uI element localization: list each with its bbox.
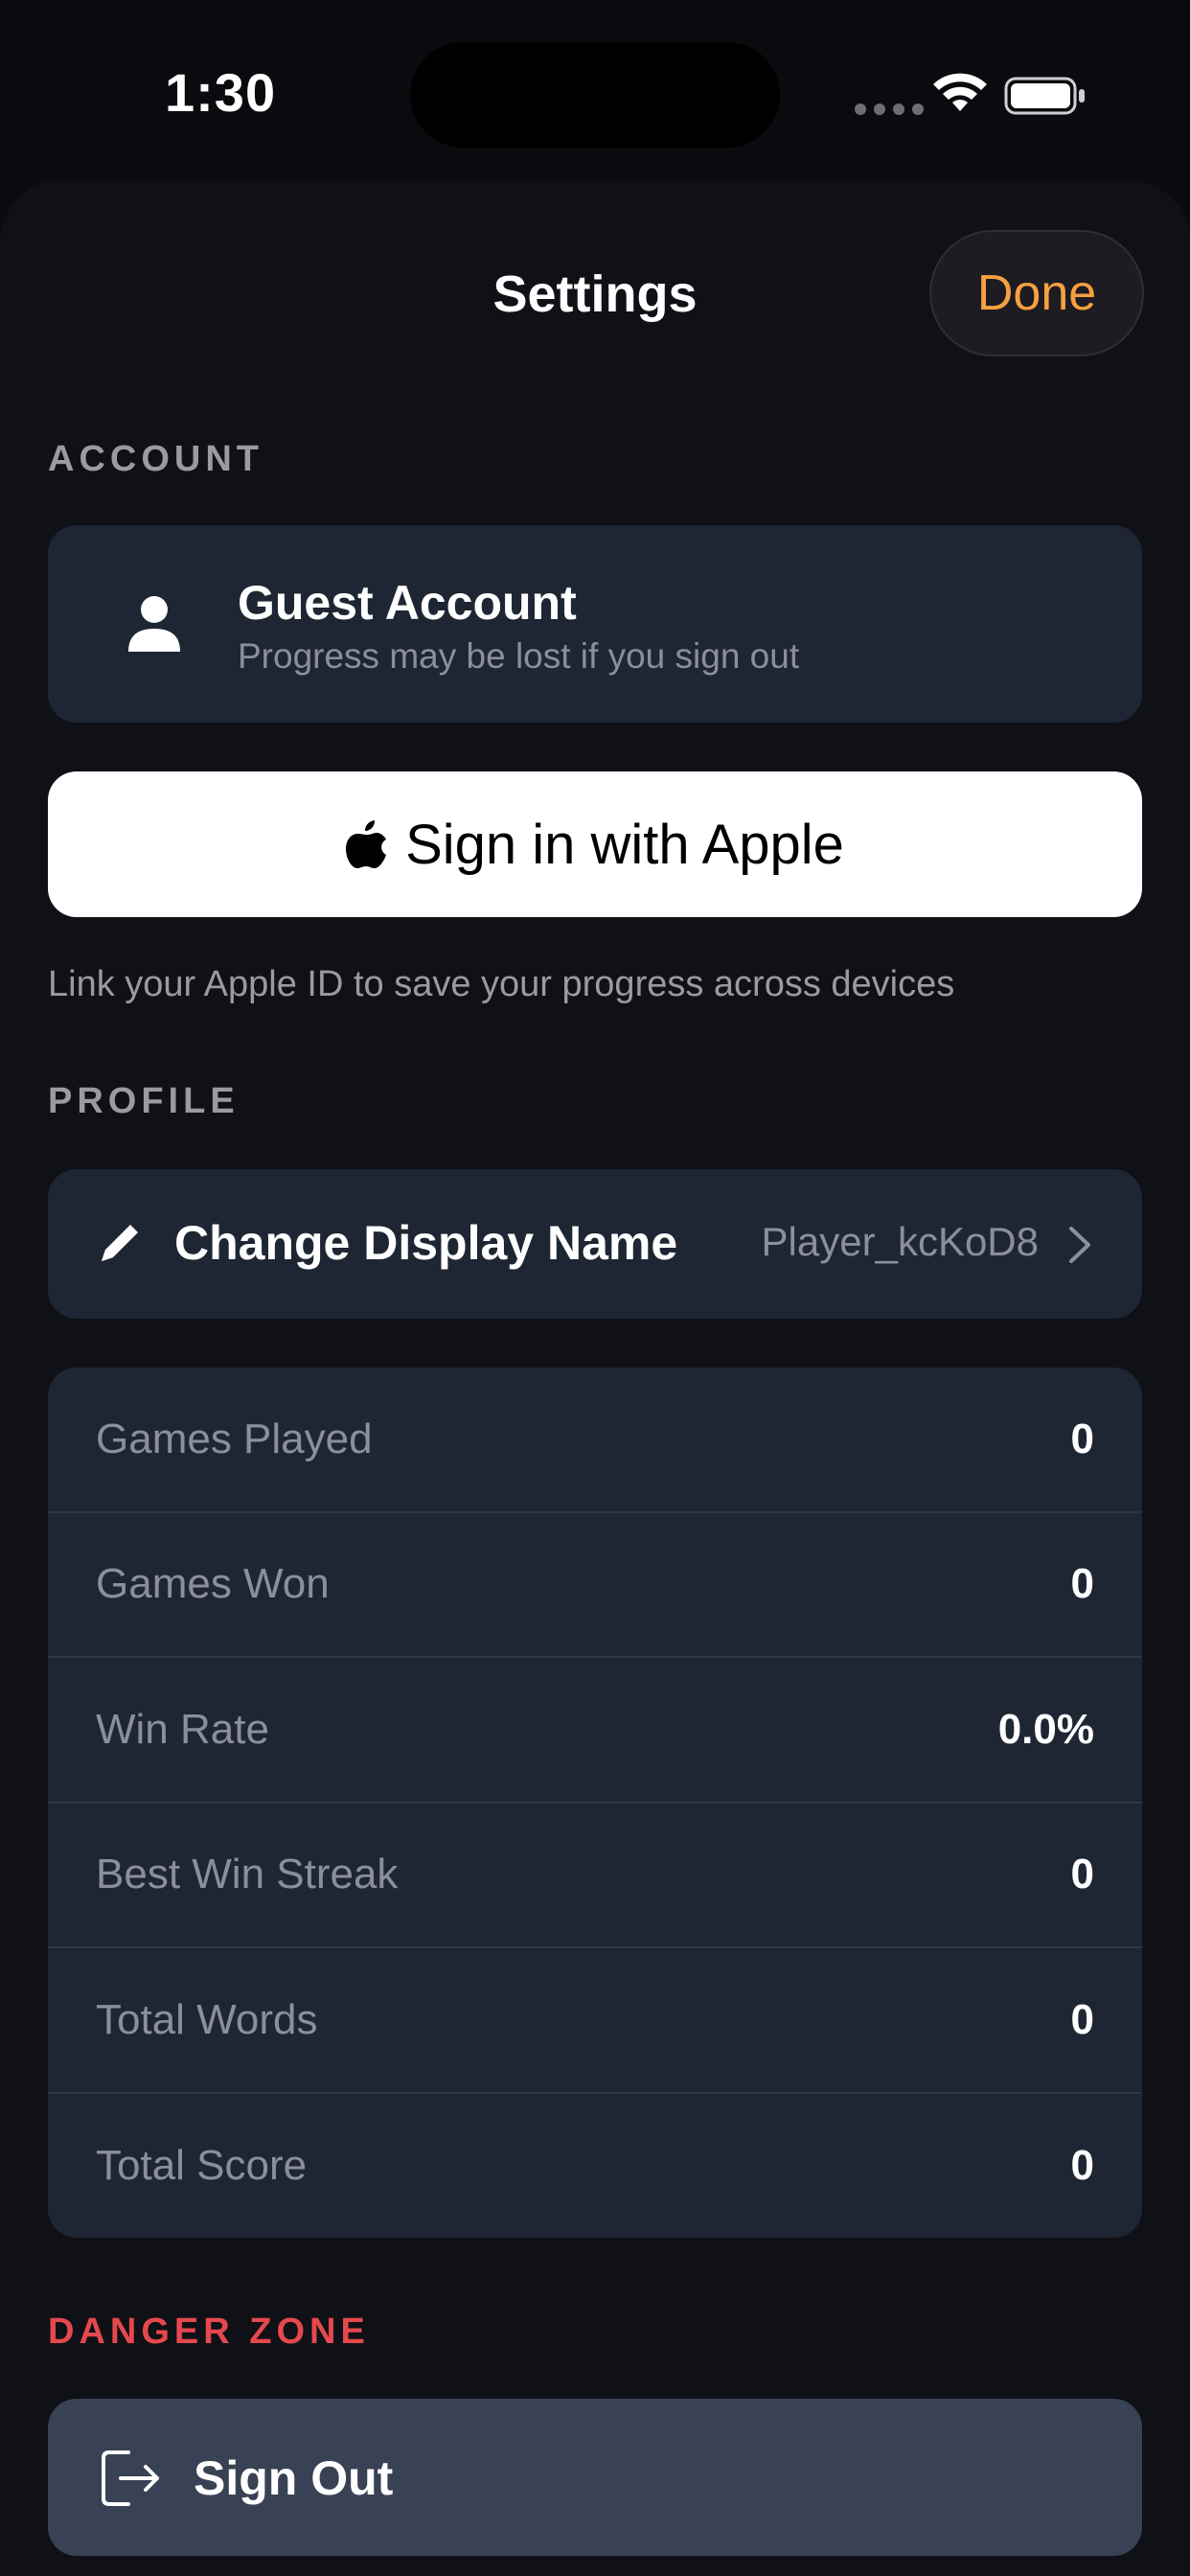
stat-value: 0 xyxy=(1070,2142,1094,2190)
stat-value: 0 xyxy=(1070,1414,1094,1462)
section-header-account: ACCOUNT xyxy=(48,439,263,479)
account-subtitle: Progress may be lost if you sign out xyxy=(238,636,800,676)
stat-label: Best Win Streak xyxy=(96,1851,399,1898)
stat-label: Win Rate xyxy=(96,1705,269,1753)
guest-account-card: Guest Account Progress may be lost if yo… xyxy=(48,525,1142,723)
section-header-profile: PROFILE xyxy=(48,1081,240,1121)
stat-value: 0 xyxy=(1070,1995,1094,2043)
wifi-icon xyxy=(933,73,987,111)
chevron-right-icon xyxy=(1069,1227,1090,1263)
status-time: 1:30 xyxy=(165,62,277,123)
change-display-name-label: Change Display Name xyxy=(174,1216,678,1270)
stat-label: Total Words xyxy=(96,1995,318,2043)
stat-row-games-played: Games Played 0 xyxy=(48,1368,1142,1513)
stat-row-games-won: Games Won 0 xyxy=(48,1513,1142,1658)
person-icon xyxy=(128,596,180,652)
stat-label: Games Won xyxy=(96,1560,330,1608)
dynamic-island xyxy=(410,42,780,148)
stat-label: Games Played xyxy=(96,1414,373,1462)
status-bar: 1:30 xyxy=(0,0,1190,192)
section-header-danger-zone: DANGER ZONE xyxy=(48,2312,370,2352)
battery-icon xyxy=(1004,77,1085,115)
sign-in-with-apple-button[interactable]: Sign in with Apple xyxy=(48,771,1142,917)
stats-card: Games Played 0 Games Won 0 Win Rate 0.0%… xyxy=(48,1368,1142,2238)
stat-row-total-words: Total Words 0 xyxy=(48,1948,1142,2094)
stat-row-best-win-streak: Best Win Streak 0 xyxy=(48,1804,1142,1948)
apple-helper-text: Link your Apple ID to save your progress… xyxy=(48,964,955,1004)
sign-out-icon xyxy=(102,2450,159,2506)
done-button[interactable]: Done xyxy=(929,230,1144,356)
display-name-value: Player_kcKoD8 xyxy=(761,1219,1039,1264)
account-title: Guest Account xyxy=(238,576,577,630)
apple-button-label: Sign in with Apple xyxy=(405,813,844,876)
cellular-signal-icon xyxy=(855,104,924,115)
pencil-icon xyxy=(102,1225,138,1261)
stat-value: 0 xyxy=(1070,1560,1094,1608)
sign-out-button[interactable]: Sign Out xyxy=(48,2399,1142,2556)
stat-value: 0 xyxy=(1070,1851,1094,1898)
stat-label: Total Score xyxy=(96,2142,308,2190)
stat-row-win-rate: Win Rate 0.0% xyxy=(48,1658,1142,1804)
stat-row-total-score: Total Score 0 xyxy=(48,2094,1142,2239)
stat-value: 0.0% xyxy=(997,1705,1094,1753)
apple-icon xyxy=(346,820,387,868)
sign-out-label: Sign Out xyxy=(194,2451,394,2505)
change-display-name-row[interactable]: Change Display Name Player_kcKoD8 xyxy=(48,1169,1142,1319)
